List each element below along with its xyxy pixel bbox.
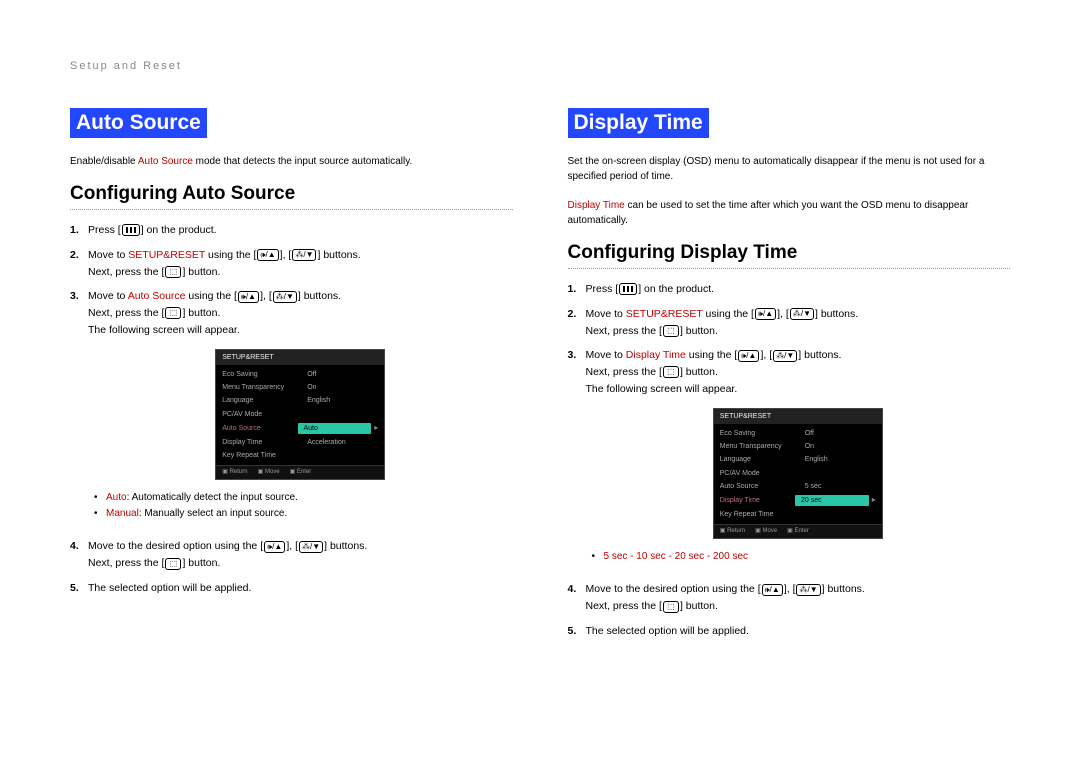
down-icon: ⁂/▼	[299, 541, 323, 553]
left-subheading: Configuring Auto Source	[70, 183, 513, 205]
enter-icon: ⬚	[663, 601, 679, 613]
down-icon: ⁂/▼	[790, 308, 814, 320]
left-steps: 1. Press [] on the product. 2. Move to S…	[70, 222, 513, 597]
step-4: 4. Move to the desired option using the …	[568, 581, 1011, 615]
osd-row: Display TimeAcceleration	[216, 436, 384, 449]
page-header: Setup and Reset	[70, 60, 1010, 72]
osd-row: LanguageEnglish	[714, 453, 882, 466]
left-title: Auto Source	[70, 108, 207, 138]
up-icon: 🕪/▲	[238, 291, 259, 303]
enter-icon: ⬚	[663, 366, 679, 378]
osd-row: Menu TransparencyOn	[216, 381, 384, 394]
menu-icon	[619, 283, 637, 295]
osd-row: Menu TransparencyOn	[714, 440, 882, 453]
left-osd-preview: SETUP&RESET Eco SavingOffMenu Transparen…	[215, 349, 385, 481]
left-bullets: Auto: Automatically detect the input sou…	[88, 490, 513, 522]
up-icon: 🕪/▲	[257, 249, 278, 261]
right-steps: 1. Press [] on the product. 2. Move to S…	[568, 281, 1011, 640]
right-title: Display Time	[568, 108, 709, 138]
left-column: Auto Source Enable/disable Auto Source m…	[70, 108, 513, 648]
right-osd-preview: SETUP&RESET Eco SavingOffMenu Transparen…	[713, 408, 883, 540]
osd-row: Eco SavingOff	[216, 368, 384, 381]
up-icon: 🕪/▲	[738, 350, 759, 362]
step-5: 5. The selected option will be applied.	[568, 623, 1011, 640]
enter-icon: ⬚	[165, 558, 181, 570]
osd-row: Auto Source5 sec	[714, 480, 882, 493]
enter-icon: ⬚	[663, 325, 679, 337]
step-2: 2. Move to SETUP&RESET using the [🕪/▲], …	[568, 306, 1011, 340]
menu-icon	[122, 224, 140, 236]
right-intro-2: Display Time can be used to set the time…	[568, 198, 1011, 228]
down-icon: ⁂/▼	[273, 291, 297, 303]
down-icon: ⁂/▼	[796, 584, 820, 596]
right-bullets: 5 sec - 10 sec - 20 sec - 200 sec	[586, 549, 1011, 565]
down-icon: ⁂/▼	[292, 249, 316, 261]
up-icon: 🕪/▲	[264, 541, 285, 553]
osd-row: Key Repeat Time	[714, 508, 882, 521]
up-icon: 🕪/▲	[755, 308, 776, 320]
enter-icon: ⬚	[165, 307, 181, 319]
osd-row: Auto SourceAuto	[216, 421, 384, 436]
enter-icon: ⬚	[165, 266, 181, 278]
up-icon: 🕪/▲	[762, 584, 783, 596]
osd-row: PC/AV Mode	[216, 408, 384, 421]
osd-row: LanguageEnglish	[216, 394, 384, 407]
osd-row: Key Repeat Time	[216, 449, 384, 462]
osd-row: Eco SavingOff	[714, 427, 882, 440]
step-3: 3. Move to Auto Source using the [🕪/▲], …	[70, 288, 513, 530]
right-column: Display Time Set the on-screen display (…	[568, 108, 1011, 648]
columns: Auto Source Enable/disable Auto Source m…	[70, 108, 1010, 648]
down-icon: ⁂/▼	[773, 350, 797, 362]
step-4: 4. Move to the desired option using the …	[70, 538, 513, 572]
right-subheading: Configuring Display Time	[568, 242, 1011, 264]
osd-row: Display Time20 sec	[714, 493, 882, 508]
step-1: 1. Press [] on the product.	[568, 281, 1011, 298]
right-intro-1: Set the on-screen display (OSD) menu to …	[568, 154, 1011, 184]
step-2: 2. Move to SETUP&RESET using the [🕪/▲], …	[70, 247, 513, 281]
dotted-divider	[70, 209, 513, 210]
step-5: 5. The selected option will be applied.	[70, 580, 513, 597]
step-1: 1. Press [] on the product.	[70, 222, 513, 239]
dotted-divider	[568, 268, 1011, 269]
step-3: 3. Move to Display Time using the [🕪/▲],…	[568, 347, 1011, 573]
left-intro: Enable/disable Auto Source mode that det…	[70, 154, 513, 169]
osd-row: PC/AV Mode	[714, 467, 882, 480]
